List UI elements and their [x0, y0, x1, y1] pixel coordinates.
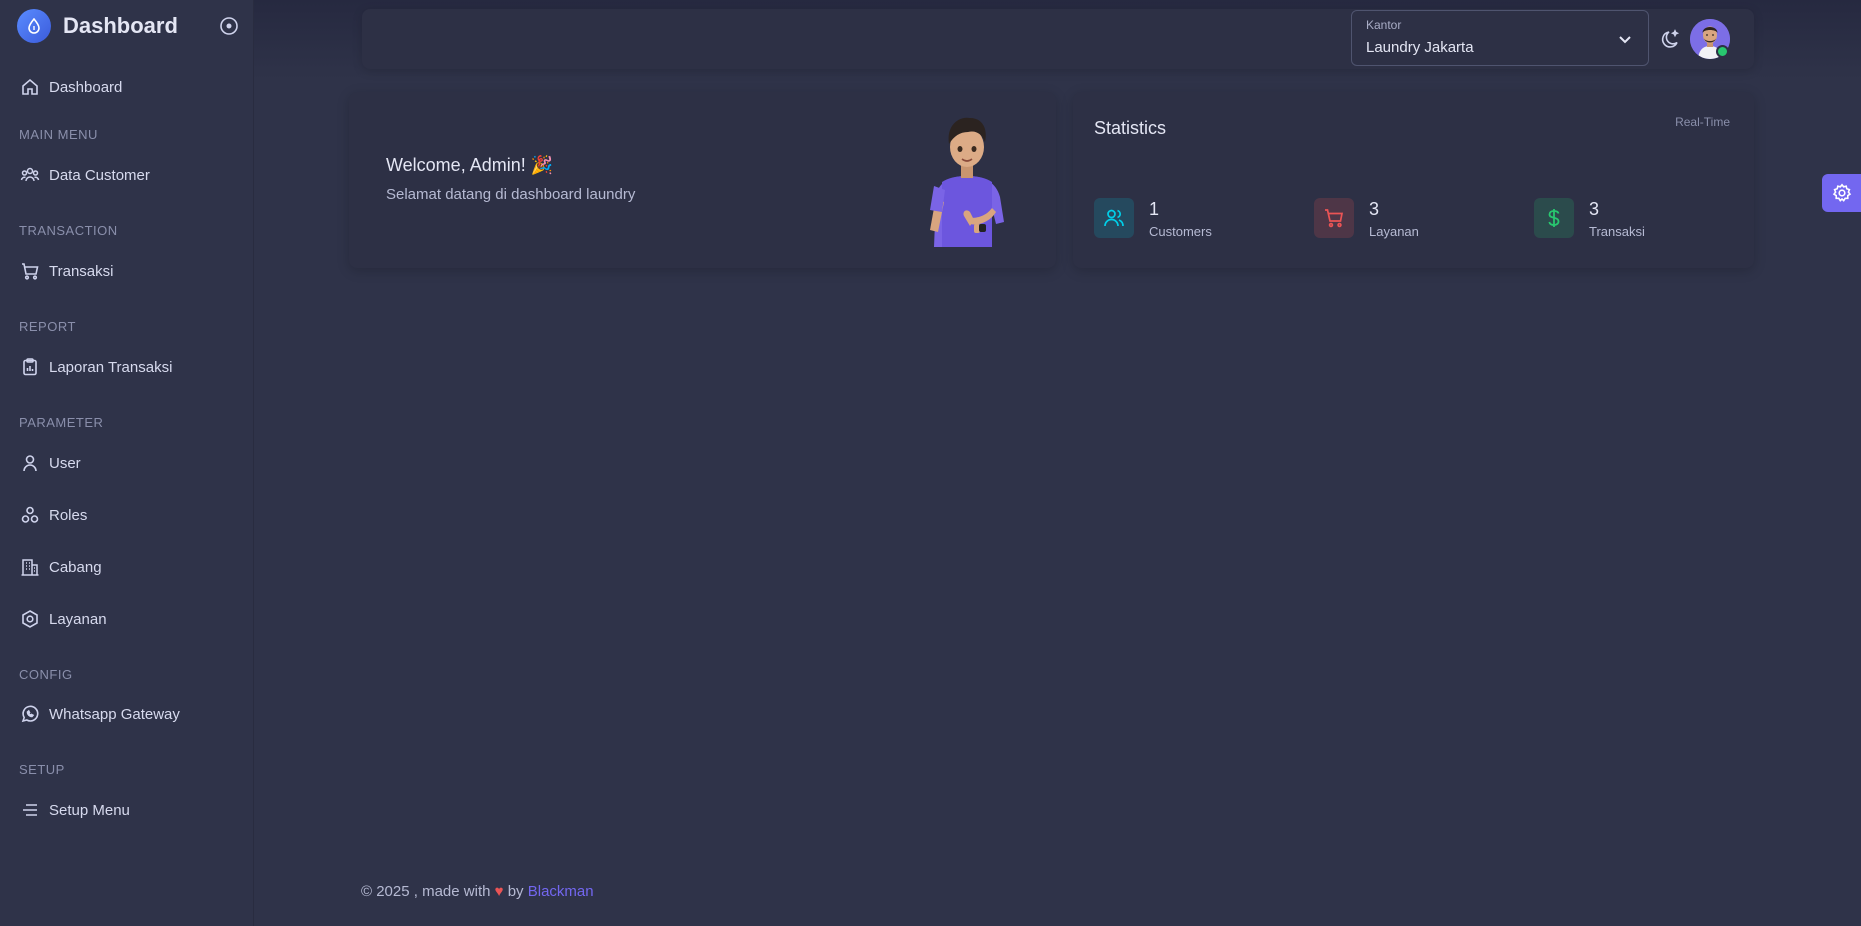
sidebar-item-label: Data Customer [49, 166, 150, 184]
chevron-down-icon [1616, 30, 1634, 48]
sidebar-item-label: User [49, 454, 81, 472]
footer-author-link[interactable]: Blackman [528, 883, 594, 900]
sidebar-item-transaksi[interactable]: Transaksi [19, 259, 113, 283]
user-icon [19, 452, 41, 474]
sidebar: Dashboard Dashboard MAIN MENU Data Custo… [0, 0, 254, 926]
sidebar-item-label: Setup Menu [49, 801, 130, 819]
sidebar-item-data-customer[interactable]: Data Customer [19, 163, 150, 187]
realtime-badge: Real-Time [1675, 115, 1730, 129]
stat-value: 3 [1589, 199, 1600, 219]
sidebar-item-laporan-transaksi[interactable]: Laporan Transaksi [19, 355, 172, 379]
sidebar-item-whatsapp-gateway[interactable]: Whatsapp Gateway [19, 702, 180, 726]
branch-select-value: Laundry Jakarta [1366, 39, 1474, 56]
avatar[interactable] [1690, 19, 1730, 59]
stat-label: Customers [1149, 224, 1212, 239]
footer-text: © 2025 , made with [361, 883, 491, 900]
whatsapp-icon [19, 703, 41, 725]
statistics-card: Statistics Real-Time 1 Customers 3 Layan… [1073, 92, 1754, 268]
users-icon [1094, 198, 1134, 238]
hexagon-settings-icon [19, 608, 41, 630]
sidebar-item-label: Layanan [49, 610, 107, 628]
footer-by: by [507, 883, 524, 900]
section-header-setup: SETUP [19, 762, 65, 777]
sidebar-item-label: Whatsapp Gateway [49, 705, 180, 723]
stat-value: 3 [1369, 199, 1380, 219]
welcome-subtitle: Selamat datang di dashboard laundry [386, 186, 636, 203]
sidebar-item-label: Transaksi [49, 262, 114, 280]
online-status-dot [1716, 45, 1729, 58]
sidebar-item-label: Laporan Transaksi [49, 358, 173, 376]
sidebar-item-user[interactable]: User [19, 451, 81, 475]
stat-value: 1 [1149, 199, 1160, 219]
sidebar-toggle-icon[interactable] [219, 16, 239, 36]
users-icon [19, 164, 41, 186]
stat-label: Layanan [1369, 224, 1419, 239]
sidebar-item-roles[interactable]: Roles [19, 503, 87, 527]
sidebar-item-cabang[interactable]: Cabang [19, 555, 102, 579]
footer: © 2025 , made with ♥ by Blackman [361, 883, 594, 900]
customizer-gear-icon[interactable] [1822, 174, 1861, 212]
branch-select-caption: Kantor [1366, 18, 1402, 32]
sidebar-item-label: Cabang [49, 558, 102, 576]
welcome-card: Welcome, Admin! 🎉 Selamat datang di dash… [349, 92, 1056, 268]
building-icon [19, 556, 41, 578]
mascot-illustration [912, 112, 1022, 247]
sidebar-item-label: Dashboard [49, 78, 123, 96]
sidebar-item-label: Roles [49, 506, 88, 524]
roles-icon [19, 504, 41, 526]
menu-lines-icon [19, 799, 41, 821]
moon-icon[interactable] [1660, 28, 1682, 50]
cart-icon [1314, 198, 1354, 238]
statistics-title: Statistics [1094, 118, 1167, 138]
dollar-icon [1534, 198, 1574, 238]
brand-title: Dashboard [63, 13, 178, 38]
brand-logo-icon [17, 9, 51, 43]
branch-select[interactable]: Kantor Laundry Jakarta [1351, 10, 1649, 66]
stat-customers: 1 Customers [1094, 198, 1212, 242]
brand[interactable]: Dashboard [17, 9, 178, 43]
sidebar-item-setup-menu[interactable]: Setup Menu [19, 798, 130, 822]
stat-layanan: 3 Layanan [1314, 198, 1419, 242]
heart-icon: ♥ [494, 883, 504, 900]
section-header-config: CONFIG [19, 667, 73, 682]
clipboard-report-icon [19, 356, 41, 378]
stat-transaksi: 3 Transaksi [1534, 198, 1645, 242]
section-header-parameter: PARAMETER [19, 415, 104, 430]
cart-icon [19, 260, 41, 282]
sidebar-item-layanan[interactable]: Layanan [19, 607, 107, 631]
section-header-transaction: TRANSACTION [19, 223, 118, 238]
stat-label: Transaksi [1589, 224, 1645, 239]
section-header-report: REPORT [19, 319, 76, 334]
section-header-main-menu: MAIN MENU [19, 127, 98, 142]
welcome-title: Welcome, Admin! 🎉 [386, 155, 554, 175]
home-icon [19, 76, 41, 98]
sidebar-item-dashboard[interactable]: Dashboard [19, 75, 122, 99]
